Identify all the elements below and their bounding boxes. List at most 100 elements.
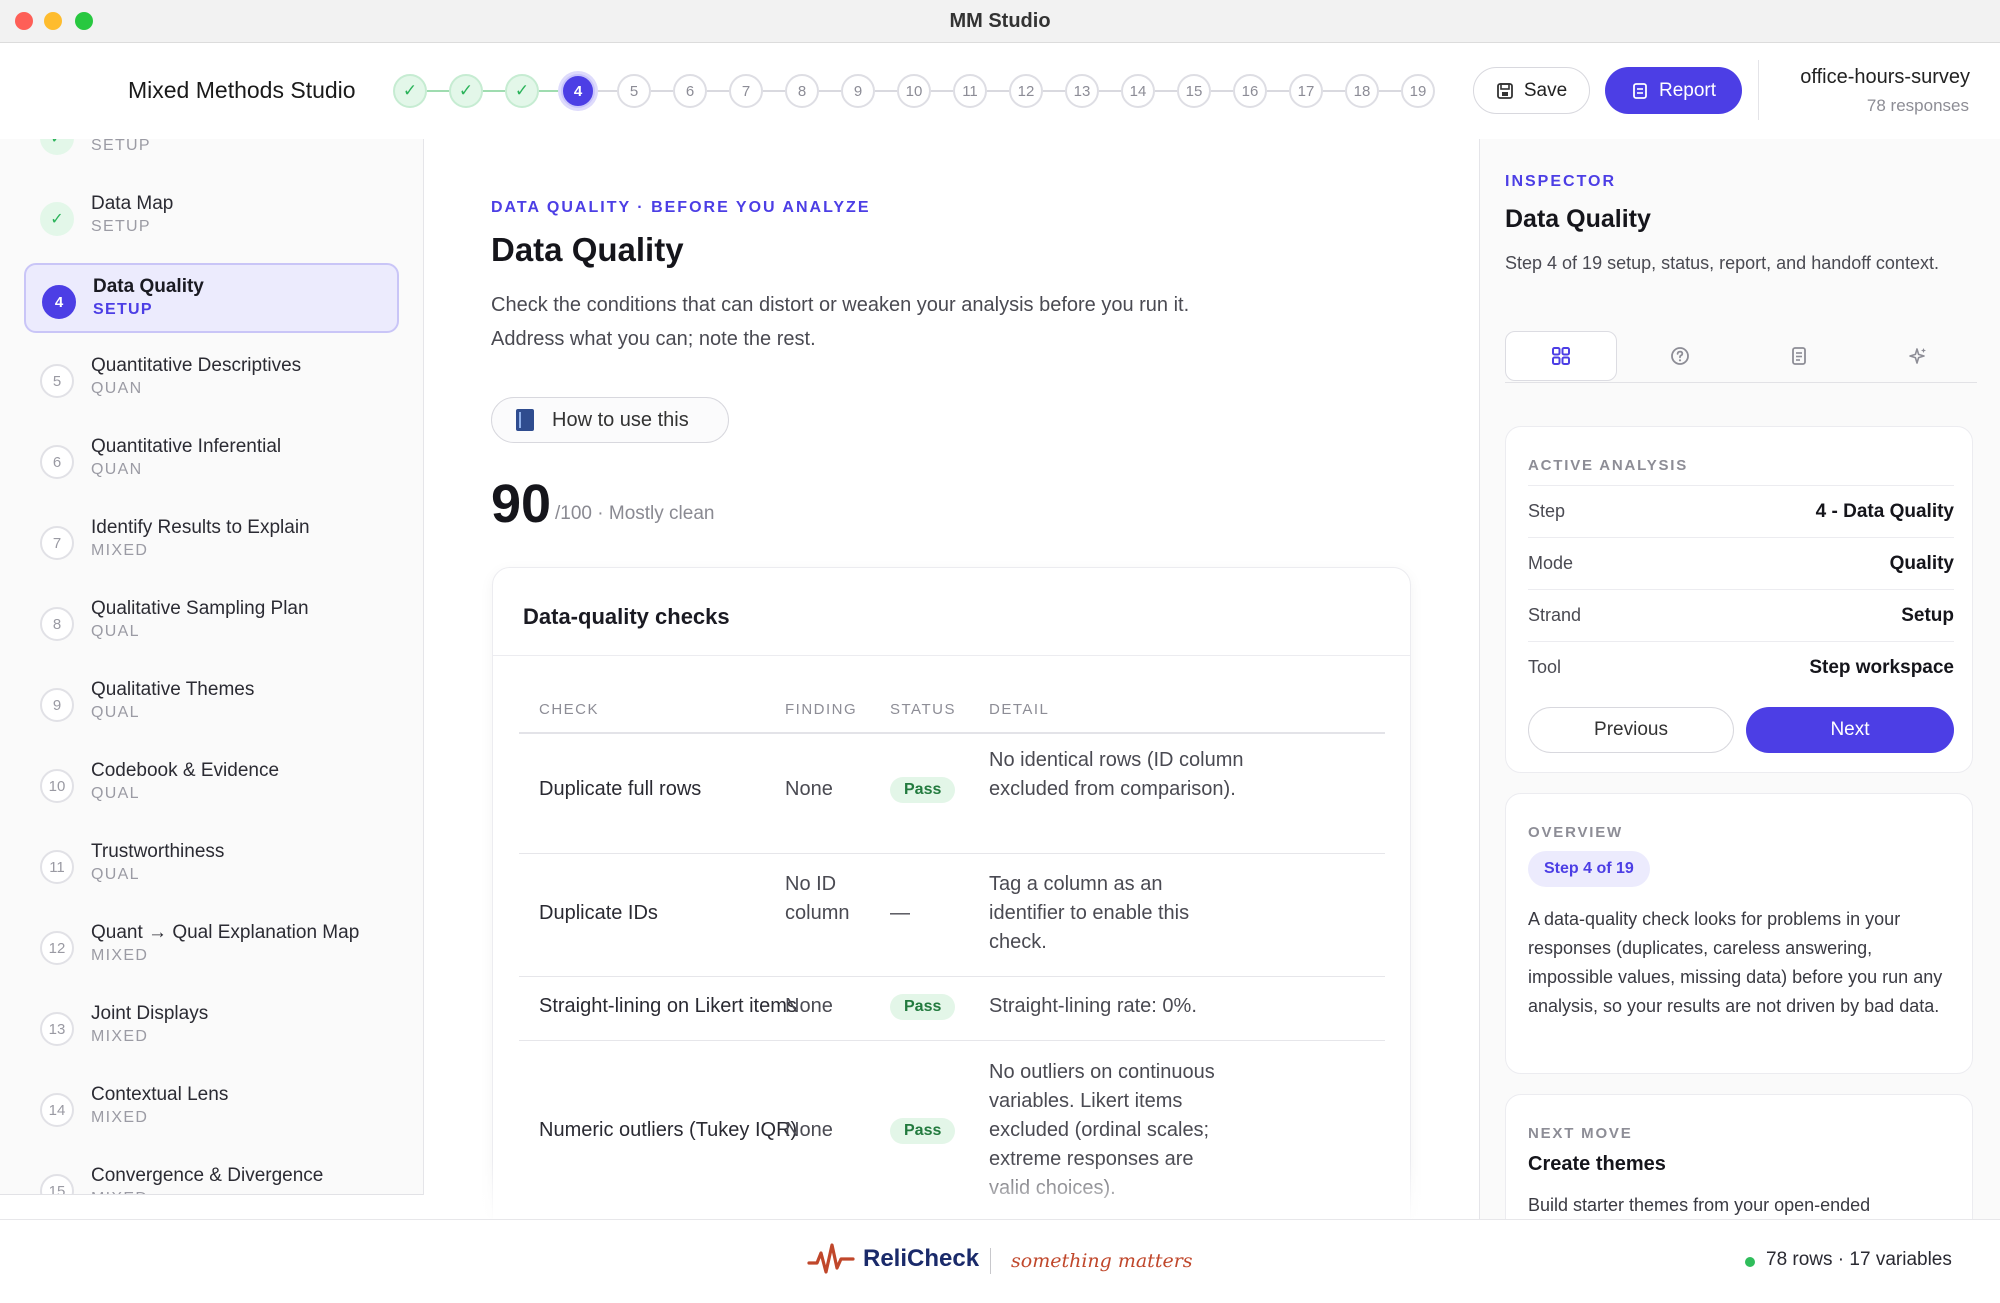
sidebar-item-qualitative-sampling-plan[interactable]: 8 Qualitative Sampling Plan QUAL — [24, 587, 399, 657]
steps-sidebar: ✓OverviewSETUP ✓Data MapSETUP 4Data Qualit… — [0, 139, 424, 1195]
window-title: MM Studio — [949, 10, 1051, 32]
app-name: Mixed Methods Studio — [128, 77, 356, 103]
step-dot-13[interactable]: 13 — [1065, 74, 1099, 108]
book-icon — [516, 409, 534, 431]
overview-label: OVERVIEW — [1528, 824, 1623, 841]
kv-value: Setup — [1901, 605, 1954, 626]
step-number: 15 — [40, 1174, 74, 1195]
step-number: 12 — [40, 931, 74, 965]
project-response-count: 78 responses — [1866, 96, 1969, 115]
project-name[interactable]: office-hours-survey — [1800, 66, 1970, 89]
step-dot-18[interactable]: 18 — [1345, 74, 1379, 108]
step-number: 7 — [40, 526, 74, 560]
sidebar-item-quantitative-inferential[interactable]: 6 Quantitative Inferential QUAN — [24, 425, 399, 495]
step-dot-5[interactable]: 5 — [617, 74, 651, 108]
step-dot-3[interactable]: ✓ — [505, 74, 539, 108]
step-dot-11[interactable]: 11 — [953, 74, 987, 108]
step-dot-19[interactable]: 19 — [1401, 74, 1435, 108]
sidebar-bottom-divider — [0, 1194, 423, 1195]
step-dot-4[interactable]: 4 — [561, 74, 595, 108]
step-number: 8 — [40, 607, 74, 641]
step-badge: Step 4 of 19 — [1528, 851, 1650, 887]
next-button[interactable]: Next — [1746, 707, 1954, 753]
sidebar-item-data-map[interactable]: ✓ Data Map SETUP — [24, 182, 399, 252]
step-dot-12[interactable]: 12 — [1009, 74, 1043, 108]
step-dot-14[interactable]: 14 — [1121, 74, 1155, 108]
tab-assist[interactable] — [1862, 331, 1974, 381]
inspector-description: Step 4 of 19 setup, status, report, and … — [1505, 253, 1939, 273]
overview-panel: OVERVIEW Step 4 of 19 A data-quality che… — [1505, 793, 1973, 1074]
sidebar-item-identify-results-to-explain[interactable]: 7 Identify Results to Explain MIXED — [24, 506, 399, 576]
header-divider — [1758, 60, 1759, 120]
check-name: Duplicate IDs — [539, 902, 658, 924]
step-dot-17[interactable]: 17 — [1289, 74, 1323, 108]
checks-card-divider — [493, 655, 1410, 656]
sidebar-item-data-quality[interactable]: 4 Data Quality SETUP — [24, 263, 399, 333]
kv-key: Strand — [1528, 605, 1582, 625]
step-number: 4 — [42, 285, 76, 319]
sidebar-item-quant-qual-explanation-map[interactable]: 12 Quant → Qual Explanation Map MIXED — [24, 911, 399, 981]
status-badge: Pass — [890, 777, 956, 803]
tab-overview[interactable] — [1505, 331, 1617, 381]
step-number: 11 — [40, 850, 74, 884]
step-number: 9 — [40, 688, 74, 722]
step-dot-10[interactable]: 10 — [897, 74, 931, 108]
step-connector — [1323, 90, 1345, 92]
logo-divider — [990, 1248, 991, 1274]
kv-value: Quality — [1889, 553, 1954, 574]
sidebar-item-overview[interactable]: ✓OverviewSETUP — [24, 139, 399, 171]
check-name: Numeric outliers (Tukey IQR) — [539, 1119, 798, 1141]
step-number: 14 — [40, 1093, 74, 1127]
how-to-use-label: How to use this — [552, 408, 689, 431]
row-divider — [519, 1040, 1385, 1041]
sidebar-item-qualitative-themes[interactable]: 9 Qualitative Themes QUAL — [24, 668, 399, 738]
step-dot-15[interactable]: 15 — [1177, 74, 1211, 108]
kv-value: Step workspace — [1809, 657, 1954, 678]
sidebar-item-strand: QUAL — [91, 704, 140, 721]
step-dot-2[interactable]: ✓ — [449, 74, 483, 108]
step-dot-9[interactable]: 9 — [841, 74, 875, 108]
previous-button[interactable]: Previous — [1528, 707, 1734, 753]
sidebar-item-strand: QUAN — [91, 380, 143, 397]
report-button[interactable]: Report — [1605, 67, 1742, 114]
logo-text: ReliCheck — [863, 1245, 980, 1272]
next-move-title: Create themes — [1528, 1153, 1666, 1175]
report-button-label: Report — [1658, 79, 1717, 101]
active-analysis-panel: ACTIVE ANALYSIS Step 4 - Data Quality Mo… — [1505, 426, 1973, 773]
sidebar-item-label: Trustworthiness — [91, 841, 225, 862]
tab-help[interactable] — [1624, 331, 1736, 381]
sidebar-item-convergence-divergence[interactable]: 15Convergence & DivergenceMIXED — [24, 1154, 399, 1195]
step-dot-8[interactable]: 8 — [785, 74, 819, 108]
sidebar-item-quantitative-descriptives[interactable]: 5 Quantitative Descriptives QUAN — [24, 344, 399, 414]
save-button[interactable]: Save — [1473, 67, 1590, 114]
step-connector — [987, 90, 1009, 92]
step-connector — [875, 90, 897, 92]
step-connector — [763, 90, 785, 92]
sidebar-item-strand: SETUP — [91, 218, 151, 235]
page-description-line-2: Address what you can; note the rest. — [491, 328, 816, 350]
sidebar-item-contextual-lens[interactable]: 14 Contextual Lens MIXED — [24, 1073, 399, 1143]
check-finding: None — [785, 1119, 833, 1141]
how-to-use-button[interactable]: How to use this — [491, 397, 729, 443]
next-move-description: Build starter themes from your open-ende… — [1528, 1195, 1871, 1215]
kv-key: Tool — [1528, 657, 1562, 677]
sidebar-item-codebook-evidence[interactable]: 10 Codebook & Evidence QUAL — [24, 749, 399, 819]
row-divider — [519, 853, 1385, 854]
step-dot-16[interactable]: 16 — [1233, 74, 1267, 108]
check-detail: Straight-lining rate: 0%. — [989, 995, 1197, 1017]
column-header-check: CHECK — [539, 701, 600, 718]
checkmark-icon: ✓ — [40, 202, 74, 236]
sidebar-item-trustworthiness[interactable]: 11 Trustworthiness QUAL — [24, 830, 399, 900]
sidebar-item-strand: MIXED — [91, 1028, 149, 1045]
tab-report[interactable] — [1743, 331, 1855, 381]
scroll-fade — [425, 1160, 1479, 1220]
step-dot-6[interactable]: 6 — [673, 74, 707, 108]
sidebar-item-joint-displays[interactable]: 13 Joint Displays MIXED — [24, 992, 399, 1062]
pulse-logo-icon — [807, 1243, 855, 1274]
step-connector — [1211, 90, 1233, 92]
sidebar-item-strand: MIXED — [91, 1109, 149, 1126]
check-name: Straight-lining on Likert items — [539, 995, 797, 1017]
step-dot-7[interactable]: 7 — [729, 74, 763, 108]
step-number: 6 — [40, 445, 74, 479]
step-dot-1[interactable]: ✓ — [393, 74, 427, 108]
